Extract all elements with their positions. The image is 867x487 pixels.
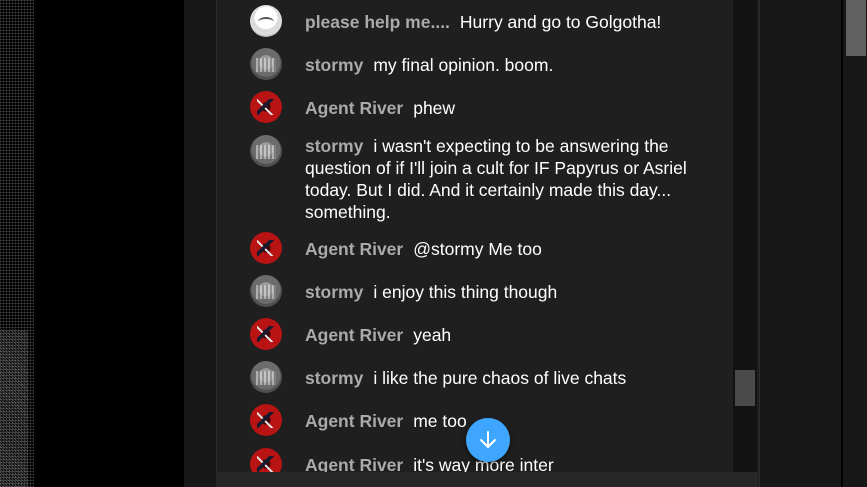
chat-scrollbar-thumb[interactable] — [735, 370, 755, 406]
message-text: yeah — [413, 325, 452, 345]
message-text: i like the pure chaos of live chats — [373, 368, 627, 388]
avatar[interactable] — [250, 232, 282, 264]
avatar[interactable] — [250, 404, 282, 436]
message-author[interactable]: Agent River — [305, 455, 403, 472]
message-text: phew — [413, 98, 456, 118]
message-author[interactable]: please help me.... — [305, 12, 450, 32]
background-noise-lower — [0, 330, 28, 487]
avatar[interactable] — [250, 48, 282, 80]
message-author[interactable]: Agent River — [305, 239, 403, 259]
avatar[interactable] — [250, 135, 282, 167]
avatar[interactable] — [250, 318, 282, 350]
avatar[interactable] — [250, 448, 282, 472]
message-text: my final opinion. boom. — [373, 55, 554, 75]
avatar[interactable] — [250, 275, 282, 307]
message-author[interactable]: Agent River — [305, 325, 403, 345]
message-text: @stormy Me too — [413, 239, 542, 259]
screen: please help me.... Hurry and go to Golgot… — [0, 0, 867, 487]
message-text: i enjoy this thing though — [373, 282, 558, 302]
message-author[interactable]: stormy — [305, 136, 363, 156]
message-text: me too — [413, 411, 467, 431]
message-text: Hurry and go to Golgotha! — [459, 12, 662, 32]
page-scrollbar[interactable] — [843, 0, 867, 487]
message-author[interactable]: stormy — [305, 282, 363, 302]
message-author[interactable]: Agent River — [305, 411, 403, 431]
avatar[interactable] — [250, 91, 282, 123]
message-author[interactable]: Agent River — [305, 98, 403, 118]
arrow-down-icon — [480, 431, 496, 448]
avatar[interactable] — [250, 5, 282, 37]
message-author[interactable]: stormy — [305, 368, 363, 388]
avatar[interactable] — [250, 361, 282, 393]
scroll-to-bottom-button[interactable] — [466, 418, 510, 462]
chat-input-bar — [216, 472, 758, 487]
page-scrollbar-thumb[interactable] — [846, 0, 866, 56]
message-author[interactable]: stormy — [305, 55, 363, 75]
